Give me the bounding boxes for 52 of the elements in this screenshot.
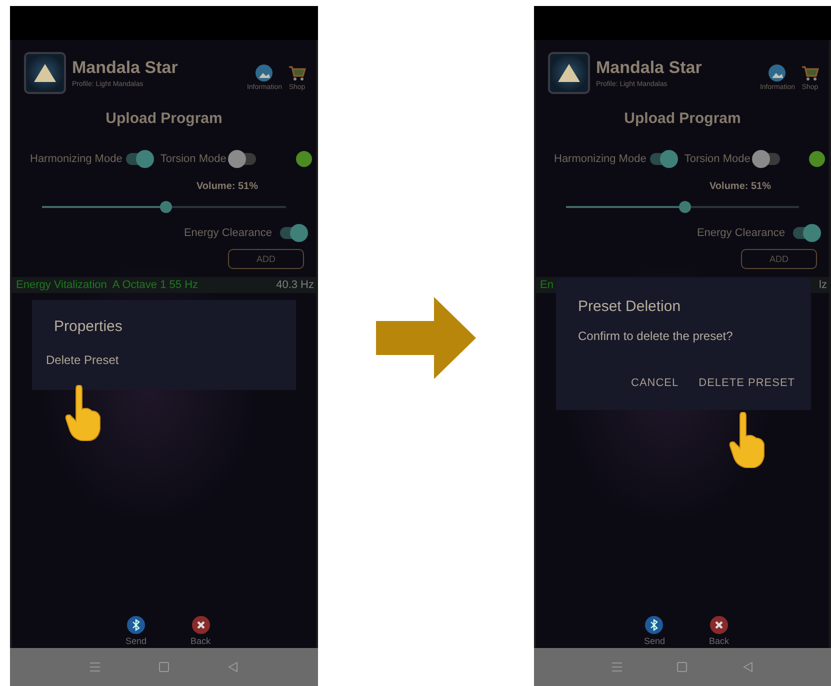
app-title: Mandala Star [596,58,703,78]
toggle-switch[interactable] [650,153,676,165]
mode-label: Torsion Mode [684,153,750,165]
logo-icon [24,52,66,94]
preset-name: En [540,279,554,291]
bluetooth-icon [126,616,145,634]
add-button[interactable]: ADD [228,249,304,269]
footer-button[interactable]: Send [125,616,146,646]
preset-name: Energy Vitalization A Octave 1 55 Hz [16,279,198,291]
globe-icon [768,64,786,82]
mode-label: Harmonizing Mode [554,153,646,165]
energy-clearance-label: Energy Clearance [184,227,272,239]
preset-row[interactable]: Energy Vitalization A Octave 1 55 Hz 40.3 Hz [12,277,316,293]
status-dot-icon [809,151,825,167]
slider-thumb[interactable] [160,201,172,213]
preset-frequency: 40.3 Hz [276,279,314,291]
close-icon [192,616,210,634]
footer-button[interactable]: Back [190,616,211,646]
toggle-switch[interactable] [754,153,780,165]
footer-button[interactable]: Send [644,616,665,646]
volume-label: Volume: 51% [196,181,259,192]
volume-label: Volume: 51% [708,181,772,192]
energy-clearance-label: Energy Clearance [696,227,785,239]
toggle-switch[interactable] [793,227,819,239]
pointing-hand-icon [728,412,766,468]
pointing-hand-icon [64,385,102,441]
toggle-switch[interactable] [126,153,152,165]
status-dot-icon [296,151,312,167]
app-title: Mandala Star [72,58,179,78]
menu-title: Properties [53,318,124,335]
page-title: Upload Program [623,110,742,127]
dialog-button[interactable]: DELETE PRESET [698,377,795,389]
footer-button[interactable]: Back [709,616,730,646]
toggle-switch[interactable] [230,153,256,165]
menu-item[interactable]: Delete Preset [46,353,119,367]
logo-icon [548,52,590,94]
toggle-switch[interactable] [280,227,306,239]
slider-thumb[interactable] [678,201,691,213]
cart-icon [288,64,306,82]
close-icon [710,616,728,634]
right-arrow-icon [376,297,476,379]
bluetooth-icon [645,616,664,634]
dialog-title: Preset Deletion [578,298,682,315]
add-button[interactable]: ADD [741,249,817,269]
page-title: Upload Program [104,110,224,127]
mode-label: Harmonizing Mode [30,153,122,165]
preset-frequency: lz [819,279,827,291]
mode-label: Torsion Mode [160,153,226,165]
cart-icon [801,64,819,82]
globe-icon [255,64,274,82]
dialog-button[interactable]: CANCEL [631,377,679,389]
dialog-message: Confirm to delete the preset? [578,329,734,343]
